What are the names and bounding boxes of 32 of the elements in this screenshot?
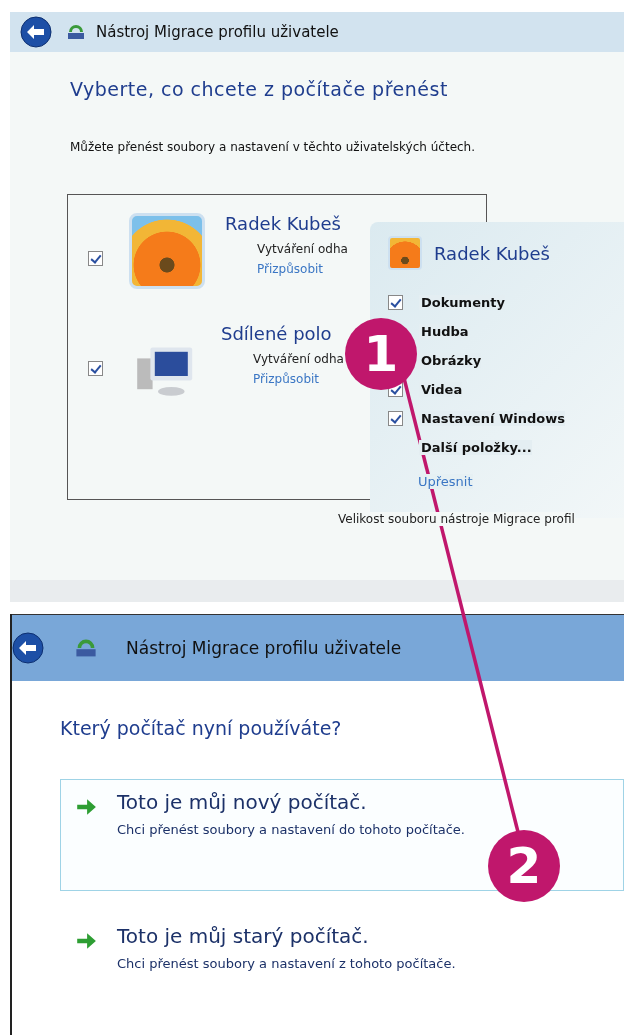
option-title: Toto je můj starý počítač. [117, 924, 370, 948]
checkbox[interactable] [388, 295, 403, 310]
account-name: Sdílené polo [221, 323, 333, 344]
account-name: Radek Kubeš [434, 242, 550, 264]
page-heading: Který počítač nyní používáte? [60, 717, 343, 739]
checkbox[interactable] [388, 411, 403, 426]
status-text: Vytváření odha [257, 242, 348, 256]
window-title: Nástroj Migrace profilu uživatele [96, 23, 339, 41]
flower-picture-icon [129, 213, 205, 289]
option-description: Chci přenést soubory a nastavení do tohoto počítače. [117, 822, 465, 837]
more-items-link[interactable]: Další položky... [419, 440, 532, 455]
description-text: Můžete přenést soubory a nastavení v těchto uživatelských účtech. [70, 140, 477, 154]
page-heading: Vyberte, co chcete z počítače přenést [70, 78, 449, 100]
option-title: Toto je můj nový počítač. [117, 790, 368, 814]
option-button[interactable]: Toto je můj starý počítač. Chci přenést soubory a nastavení z tohoto počítače. [60, 913, 624, 1025]
status-text: Vytváření odha [253, 352, 344, 366]
window-title: Nástroj Migrace profilu uživatele [126, 638, 402, 658]
checkbox[interactable] [88, 251, 103, 266]
item-label: Dokumenty [419, 295, 505, 310]
item-label: Obrázky [419, 353, 482, 368]
item-label: Hudba [419, 324, 469, 339]
customize-link[interactable]: Přizpůsobit [253, 372, 320, 386]
migration-icon [66, 22, 86, 42]
footer-text: Velikost souboru nástroje Migrace profil [338, 512, 575, 526]
flower-picture-icon [388, 236, 422, 270]
checkbox[interactable] [88, 361, 103, 376]
customize-link[interactable]: Přizpůsobit [257, 262, 324, 276]
item-label: Nastavení Windows [419, 411, 565, 426]
item-label: Videa [419, 382, 463, 397]
option-description: Chci přenést soubory a nastavení z tohoto počítače. [117, 956, 456, 971]
advanced-link[interactable]: Upřesnit [418, 474, 473, 489]
account-name: Radek Kubeš [225, 213, 342, 234]
